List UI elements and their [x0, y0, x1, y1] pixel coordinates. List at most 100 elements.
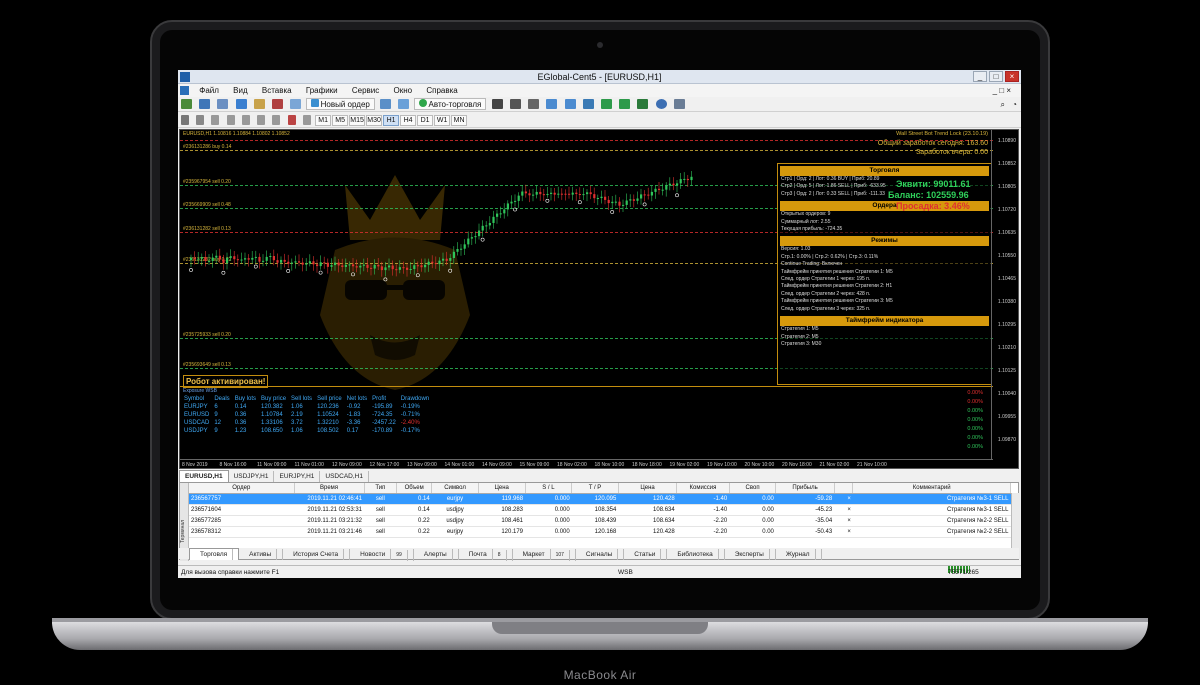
terminal-icon[interactable] [272, 99, 284, 109]
terminal-tab[interactable]: Журнал [776, 549, 822, 560]
candle-body [517, 195, 520, 201]
terminal-tab[interactable]: Почта 8 [459, 549, 513, 561]
terminal-tab[interactable]: Сигналы [576, 549, 625, 560]
orders-header-cell[interactable]: Цена [478, 483, 526, 494]
terminal-tab[interactable]: История Счета [283, 549, 351, 560]
cursor-icon[interactable] [181, 115, 189, 125]
chart-window-icon[interactable] [180, 86, 189, 95]
chat-icon[interactable]: ◔ [1012, 97, 1017, 112]
tile-windows-icon[interactable] [582, 99, 594, 109]
timeframe-button[interactable]: MN [451, 115, 468, 126]
candle-chart-icon[interactable] [509, 99, 521, 109]
close-order-icon[interactable]: × [834, 515, 853, 527]
minimize-icon[interactable]: _ [973, 71, 987, 82]
fibonacci-icon[interactable] [272, 115, 281, 125]
time-axis[interactable]: 8 Nov 2019 8 Nov 16:00 11 Nov 09:00 11 Nov … [180, 459, 993, 468]
vertical-line-icon[interactable] [211, 115, 220, 125]
menu-view[interactable]: Вид [227, 84, 253, 97]
orders-header-cell[interactable]: Объем [396, 483, 433, 494]
search-icon[interactable]: ⌕ [1001, 97, 1005, 112]
order-row[interactable]: 236578312 2019.11.21 03:21:46 sell 0.22 eurj… [189, 526, 1011, 538]
menu-charts[interactable]: Графики [300, 84, 344, 97]
orders-header-cell[interactable]: Тип [364, 483, 398, 494]
time-tick: 11 Nov 09:00 [257, 462, 287, 468]
terminal-tab[interactable]: Торговля [189, 548, 240, 560]
bar-chart-icon[interactable] [491, 99, 503, 109]
periods-icon[interactable] [655, 99, 667, 109]
orders-header-cell[interactable]: Своп [729, 483, 777, 494]
orders-header-cell[interactable]: Прибыль [775, 483, 835, 494]
chart-tab[interactable]: EURJPY,H1 [274, 471, 321, 482]
timeframe-button[interactable]: W1 [434, 115, 451, 126]
terminal-tab[interactable]: Библиотека [667, 549, 725, 560]
terminal-tab[interactable]: Новости 99 [350, 549, 414, 561]
order-row[interactable]: 236567757 2019.11.21 02:46:41 sell 0.14 eurj… [189, 493, 1011, 505]
close-order-icon[interactable]: × [834, 493, 853, 505]
chart-tab[interactable]: USDCAD,H1 [320, 471, 369, 482]
chart-window[interactable]: #236131286 buy 0.14 #235967954 sell 0.20 #… [179, 129, 1019, 469]
channel-icon[interactable] [257, 115, 266, 125]
close-order-icon[interactable]: × [834, 526, 853, 538]
zoom-out-icon[interactable] [564, 99, 576, 109]
terminal-tab[interactable]: Алерты [414, 549, 459, 560]
chart-shift-icon[interactable] [619, 99, 631, 109]
time-tick: 15 Nov 09:00 [519, 462, 550, 468]
timeframe-button[interactable]: H1 [383, 115, 400, 126]
orders-header-cell[interactable]: Время [294, 483, 365, 494]
orders-header-cell[interactable]: Комментарий [852, 483, 1011, 494]
terminal-tab[interactable]: Эксперты [725, 549, 776, 560]
orders-header-cell[interactable]: S / L [525, 483, 573, 494]
chart-tab[interactable]: EURUSD,H1 [179, 470, 229, 482]
timeframe-button[interactable]: D1 [417, 115, 434, 126]
status-bar: Для вызова справки нажмите F1 WSB 75571/… [178, 565, 1021, 578]
price-axis[interactable]: 1.10890 1.10852 1.10805 1.10720 1.10635 1.105… [991, 130, 1018, 460]
crosshair-icon[interactable] [196, 115, 205, 125]
text-label-icon[interactable] [287, 115, 296, 125]
menu-tools[interactable]: Сервис [346, 84, 385, 97]
close-icon[interactable]: × [1005, 71, 1019, 82]
timeframe-button[interactable]: M30 [366, 115, 383, 126]
indicators-icon[interactable] [637, 99, 649, 109]
child-window-controls[interactable]: _ □ × [987, 84, 1017, 97]
timeframe-button[interactable]: M5 [332, 115, 349, 126]
menu-help[interactable]: Справка [420, 84, 463, 97]
zoom-in-icon[interactable] [546, 99, 558, 109]
templates-icon[interactable] [673, 99, 685, 109]
orders-header-cell[interactable]: T / P [571, 483, 619, 494]
trendline-icon[interactable] [241, 115, 250, 125]
terminal-tab[interactable]: Статьи [624, 549, 668, 560]
market-watch-icon[interactable] [217, 99, 229, 109]
order-row[interactable]: 236577285 2019.11.21 03:21:32 sell 0.22 usdj… [189, 515, 1011, 527]
tester-icon[interactable] [290, 99, 302, 109]
experts-icon[interactable] [398, 99, 410, 109]
maximize-icon[interactable]: □ [989, 71, 1003, 82]
order-row[interactable]: 236571604 2019.11.21 02:53:31 sell 0.14 usdj… [189, 504, 1011, 516]
menu-file[interactable]: Файл [193, 84, 225, 97]
menu-insert[interactable]: Вставка [256, 84, 298, 97]
chart-tab[interactable]: USDJPY,H1 [229, 471, 275, 482]
metaeditor-icon[interactable] [380, 99, 392, 109]
horizontal-line-icon[interactable] [226, 115, 235, 125]
autoscroll-icon[interactable] [601, 99, 613, 109]
orders-header-cell[interactable] [834, 483, 854, 494]
timeframe-button[interactable]: H4 [400, 115, 417, 126]
new-chart-icon[interactable] [181, 99, 192, 109]
timeframe-button[interactable]: M15 [349, 115, 366, 126]
new-order-button[interactable]: Новый ордер [305, 98, 375, 110]
navigator-icon[interactable] [253, 99, 265, 109]
orders-header-cell[interactable]: Ордер [189, 483, 295, 494]
timeframe-button[interactable]: M1 [315, 115, 332, 126]
data-window-icon[interactable] [235, 99, 247, 109]
line-chart-icon[interactable] [528, 99, 540, 109]
orders-header-cell[interactable]: Комиссия [676, 483, 730, 494]
arrows-icon[interactable] [302, 115, 311, 125]
profiles-icon[interactable] [199, 99, 211, 109]
orders-header-cell[interactable]: Символ [431, 483, 479, 494]
terminal-tab[interactable]: Активы [239, 549, 284, 560]
menu-window[interactable]: Окно [388, 84, 419, 97]
close-order-icon[interactable]: × [834, 504, 853, 516]
autotrading-button[interactable]: Авто-торговля [413, 98, 487, 110]
terminal-tab[interactable]: Маркет 107 [513, 549, 576, 561]
candle-body [571, 192, 574, 195]
orders-header-cell[interactable]: Цена [618, 483, 678, 494]
